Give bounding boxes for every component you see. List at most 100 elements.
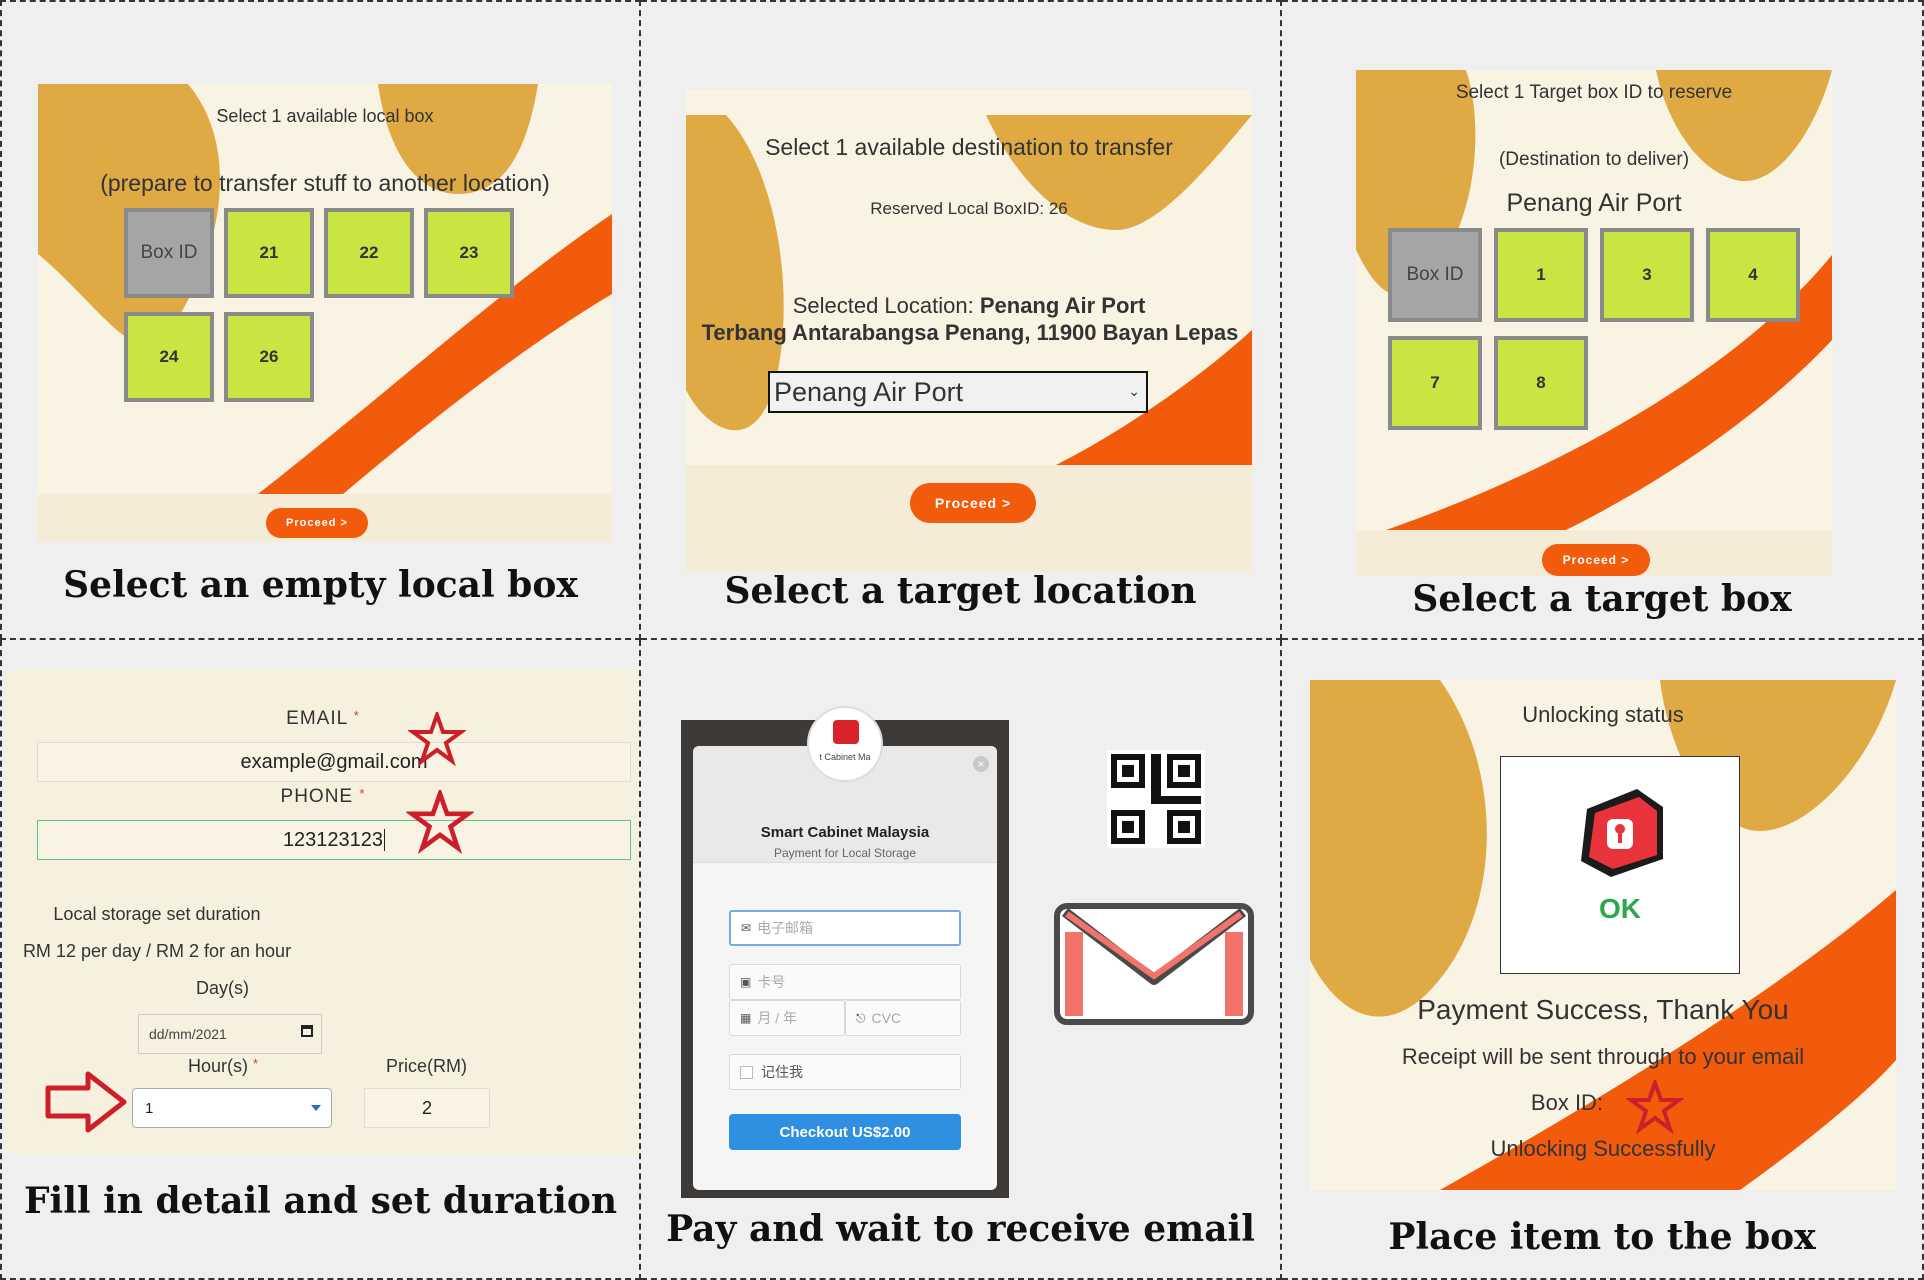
phone-label: PHONE *: [6, 786, 639, 808]
panel-heading: Select 1 Target box ID to reserve: [1455, 82, 1733, 103]
cabinet-logo-icon: [833, 720, 859, 744]
step-caption: Place item to the box: [1388, 1216, 1816, 1258]
expiry-placeholder: 月 / 年: [757, 1010, 798, 1026]
text-cursor: [384, 829, 386, 851]
remember-me-label: 记住我: [761, 1064, 803, 1080]
merchant-name: Smart Cabinet Malaysia: [760, 824, 930, 841]
box-tile[interactable]: 23: [424, 208, 514, 298]
panel-subheading: (prepare to transfer stuff to another lo…: [100, 170, 550, 196]
mail-icon: ✉: [741, 921, 752, 935]
date-input-value: dd/mm/2021: [149, 1026, 227, 1042]
step-pay: × Smart Cabinet Malaysia Payment for Loc…: [641, 640, 1282, 1280]
checkbox-icon: [740, 1065, 753, 1079]
panel-heading: Unlocking status: [1522, 702, 1684, 727]
panel-heading: Select 1 available destination to transf…: [765, 134, 1173, 160]
step-caption: Select a target location: [724, 570, 1197, 612]
cvc-field[interactable]: ⎋ CVC: [845, 1000, 961, 1036]
box-tile[interactable]: 22: [324, 208, 414, 298]
remember-me-checkbox[interactable]: 记住我: [729, 1054, 961, 1090]
lock-icon: ⎋: [856, 1010, 866, 1025]
phone-field-value: 123123123: [282, 828, 384, 851]
price-label: Price(RM): [386, 1056, 467, 1076]
location-select[interactable]: Penang Air Port ⌄: [768, 371, 1148, 413]
box-tile[interactable]: 7: [1388, 336, 1482, 430]
ok-status: OK: [1599, 893, 1641, 924]
email-placeholder: 电子邮箱: [757, 920, 814, 936]
box-id-header: Box ID: [1388, 228, 1482, 322]
card-placeholder: 卡号: [757, 974, 786, 990]
logo-text: t Cabinet Ma: [819, 752, 871, 762]
chevron-down-icon: ⌄: [1128, 383, 1140, 399]
local-box-screen: Select 1 available local box (prepare to…: [38, 84, 612, 542]
proceed-button[interactable]: Proceed >: [266, 508, 368, 538]
receipt-message: Receipt will be sent through to your ema…: [1401, 1044, 1805, 1069]
selected-location-value: Penang Air Port: [979, 293, 1146, 318]
panel-subheading: (Destination to deliver): [1498, 149, 1690, 170]
payment-description: Payment for Local Storage: [773, 846, 917, 860]
step-select-target-location: Select 1 available destination to transf…: [641, 0, 1282, 640]
step-caption: Pay and wait to receive email: [666, 1208, 1255, 1250]
price-field: 2: [364, 1088, 490, 1128]
location-name: Penang Air Port: [1506, 189, 1682, 217]
phone-label-text: PHONE: [280, 786, 354, 807]
close-icon[interactable]: ×: [973, 756, 989, 772]
step-place-item: Unlocking status OK Payment Success, Tha…: [1282, 640, 1924, 1280]
target-box-screen: Select 1 Target box ID to reserve (Desti…: [1356, 70, 1832, 576]
box-tile[interactable]: 26: [224, 312, 314, 402]
email-field[interactable]: example@gmail.com: [37, 742, 631, 782]
box-id-label: Box ID:: [1530, 1090, 1604, 1115]
merchant-logo: t Cabinet Ma: [807, 706, 883, 782]
box-tile[interactable]: 21: [224, 208, 314, 298]
location-select-value: Penang Air Port: [774, 376, 964, 407]
hours-select-value: 1: [145, 1099, 154, 1117]
location-screen: Select 1 available destination to transf…: [686, 90, 1252, 572]
proceed-button[interactable]: Proceed >: [910, 483, 1036, 523]
step-select-target-box: Select 1 Target box ID to reserve (Desti…: [1282, 0, 1924, 640]
payment-dialog: × Smart Cabinet Malaysia Payment for Loc…: [693, 746, 997, 1190]
email-label-text: EMAIL: [286, 708, 348, 729]
hours-label-text: Hour(s): [188, 1056, 249, 1076]
expiry-field[interactable]: ▦ 月 / 年: [729, 1000, 845, 1036]
checkout-button[interactable]: Checkout US$2.00: [729, 1114, 961, 1150]
required-mark: *: [253, 1056, 259, 1071]
required-mark: *: [359, 786, 366, 801]
step-select-local-box: Select 1 available local box (prepare to…: [0, 0, 641, 640]
selected-location-label: Selected Location:: [792, 293, 980, 318]
box-id-header: Box ID: [124, 208, 214, 298]
phone-field[interactable]: 123123123: [37, 820, 631, 860]
reserved-box-text: Reserved Local BoxID: 26: [870, 199, 1068, 218]
decorative-background: [1356, 70, 1832, 576]
card-number-field[interactable]: ▣ 卡号: [729, 964, 961, 1000]
date-input[interactable]: dd/mm/2021: [138, 1014, 322, 1054]
success-message: Payment Success, Thank You: [1417, 994, 1789, 1025]
selected-location: Selected Location: Penang Air Port: [686, 293, 1252, 319]
star-icon: [406, 790, 474, 854]
step-fill-details: EMAIL * example@gmail.com PHONE * 123123…: [0, 640, 641, 1280]
calendar-icon: ▦: [740, 1011, 752, 1025]
step-caption: Fill in detail and set duration: [23, 1180, 618, 1222]
location-address: Terbang Antarabangsa Penang, 11900 Bayan…: [701, 320, 1239, 345]
required-mark: *: [353, 708, 360, 723]
proceed-button[interactable]: Proceed >: [1542, 544, 1650, 576]
step-caption: Select a target box: [1412, 578, 1792, 620]
star-icon: [1626, 1080, 1684, 1134]
arrow-right-icon: [45, 1071, 127, 1133]
box-tile[interactable]: 4: [1706, 228, 1800, 322]
unlock-screen: Unlocking status OK Payment Success, Tha…: [1310, 680, 1896, 1190]
hours-label: Hour(s) *: [188, 1056, 258, 1077]
unlocking-message: Unlocking Successfully: [1490, 1136, 1716, 1161]
cvc-placeholder: CVC: [871, 1010, 902, 1026]
email-field[interactable]: ✉ 电子邮箱: [729, 910, 961, 946]
step-caption: Select an empty local box: [63, 564, 578, 606]
panel-heading: Select 1 available local box: [216, 106, 434, 126]
duration-title: Local storage set duration: [53, 904, 261, 924]
box-tile[interactable]: 8: [1494, 336, 1588, 430]
box-tile[interactable]: 24: [124, 312, 214, 402]
card-icon: ▣: [740, 975, 752, 989]
box-tile[interactable]: 3: [1600, 228, 1694, 322]
caret-down-icon: [311, 1105, 321, 1111]
hours-select[interactable]: 1: [132, 1088, 332, 1128]
qr-code-icon: [1107, 750, 1205, 848]
email-label: EMAIL *: [6, 708, 639, 730]
box-tile[interactable]: 1: [1494, 228, 1588, 322]
